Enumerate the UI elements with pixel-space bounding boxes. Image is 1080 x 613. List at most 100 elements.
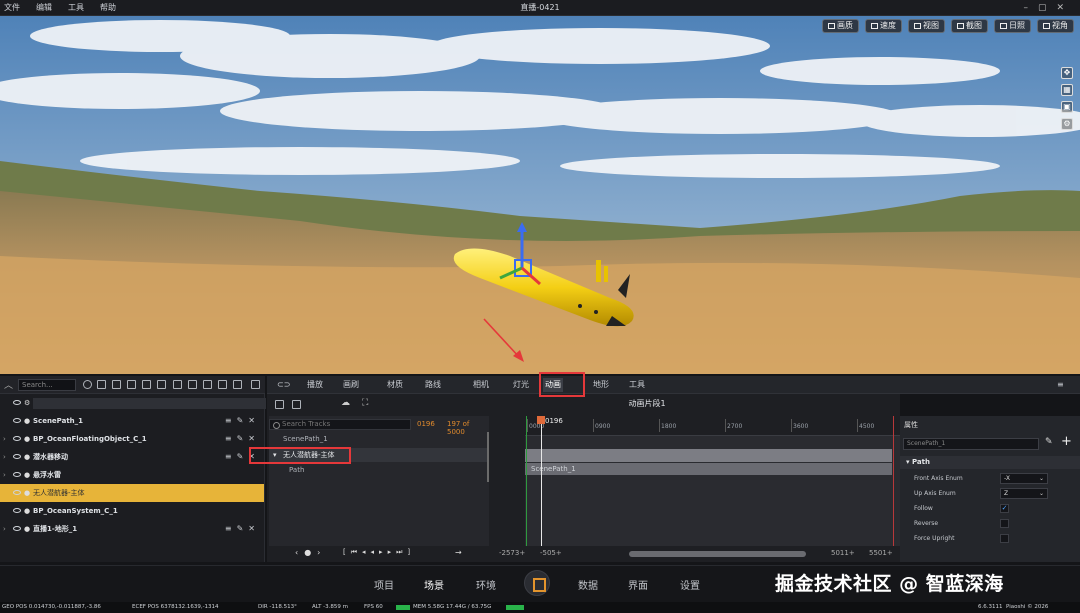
tab-terrain[interactable]: 地形 xyxy=(593,378,609,392)
track-section-path[interactable]: ScenePath_1 xyxy=(525,463,892,475)
tab-brush[interactable]: 画刷 xyxy=(343,378,359,392)
track-row[interactable]: ScenePath_1 xyxy=(269,432,489,446)
app-logo-icon[interactable] xyxy=(524,570,550,596)
window-controls[interactable]: –▢✕ xyxy=(1023,0,1074,16)
film-icon[interactable] xyxy=(142,380,151,389)
follow-checkbox[interactable]: ✓ xyxy=(1000,504,1009,513)
expand-icon[interactable]: › xyxy=(3,430,6,448)
timeline-scrollbar[interactable] xyxy=(629,551,806,557)
eye-icon[interactable] xyxy=(13,436,21,441)
nav-arrows[interactable]: ‹●› xyxy=(295,548,326,557)
speed-button[interactable]: 速度 xyxy=(865,19,902,33)
focus-icon[interactable] xyxy=(112,380,121,389)
view-end[interactable]: 5011+ xyxy=(831,549,855,557)
gear-icon[interactable]: ⚙ xyxy=(24,394,30,412)
up-axis-select[interactable]: Z ⌄ xyxy=(1000,488,1048,499)
outliner-item[interactable]: › ● 悬浮水雷 xyxy=(0,466,264,484)
camera-icon[interactable] xyxy=(127,380,136,389)
view-button[interactable]: 视图 xyxy=(908,19,945,33)
expand-icon[interactable]: › xyxy=(3,448,6,466)
sidebar-icon[interactable] xyxy=(275,400,284,409)
tab-playback[interactable]: 播放 xyxy=(307,378,323,392)
track-splitter[interactable] xyxy=(487,432,489,482)
list-icon[interactable] xyxy=(251,380,260,389)
minimize-icon[interactable]: – xyxy=(1023,3,1038,13)
eye-icon[interactable] xyxy=(13,454,21,459)
row-actions[interactable]: ≡✎✕ xyxy=(225,412,260,430)
menu-icon[interactable]: ≡ xyxy=(1057,378,1064,392)
track-section[interactable] xyxy=(525,449,892,462)
playback-controls[interactable]: [⏮◂◂▸▸⏭] xyxy=(343,548,415,557)
view-start[interactable]: -505+ xyxy=(540,549,562,557)
property-group[interactable]: ▾ Path xyxy=(900,456,1080,469)
nav-scene[interactable]: 场景 xyxy=(424,577,444,592)
menu-file[interactable]: 文件 xyxy=(4,0,20,16)
object-name-field[interactable]: ScenePath_1 xyxy=(903,438,1039,450)
outliner-search-input[interactable]: Search... xyxy=(18,379,76,391)
delete-icon[interactable] xyxy=(233,380,242,389)
menu-edit[interactable]: 编辑 xyxy=(36,0,52,16)
playhead-handle[interactable] xyxy=(537,416,545,424)
image-icon[interactable] xyxy=(203,380,212,389)
close-icon[interactable]: ✕ xyxy=(1056,3,1074,13)
tab-camera[interactable]: 相机 xyxy=(473,378,489,392)
collapse-icon[interactable]: ︿ xyxy=(4,378,13,391)
open-icon[interactable] xyxy=(292,400,301,409)
front-axis-select[interactable]: -X ⌄ xyxy=(1000,473,1048,484)
add-icon[interactable]: + xyxy=(1061,434,1072,449)
copy-icon[interactable] xyxy=(173,380,182,389)
refresh-icon[interactable] xyxy=(83,380,92,389)
eye-icon[interactable] xyxy=(13,400,21,405)
3d-viewport[interactable]: 画质 速度 视图 截图 日照 视角 ✥ ▦ ▣ ⚙ xyxy=(0,16,1080,374)
end-marker[interactable] xyxy=(893,416,894,546)
outliner-item-selected[interactable]: ● 无人潜航器-主体 xyxy=(0,484,264,502)
nodes-icon[interactable]: ⛶ xyxy=(362,398,368,408)
eye-icon[interactable] xyxy=(13,508,21,513)
eye-icon[interactable] xyxy=(13,526,21,531)
menu-tools[interactable]: 工具 xyxy=(68,0,84,16)
box-icon[interactable] xyxy=(188,380,197,389)
sunlight-button[interactable]: 日照 xyxy=(994,19,1031,33)
screenshot-button[interactable]: 截图 xyxy=(951,19,988,33)
expand-icon[interactable]: › xyxy=(3,466,6,484)
maximize-icon[interactable]: ▢ xyxy=(1038,3,1057,13)
tab-toggle-icon[interactable]: ⊂⊃ xyxy=(277,378,290,392)
grid-icon[interactable]: ▦ xyxy=(1061,84,1073,96)
expand-icon[interactable]: › xyxy=(3,520,6,538)
menu-help[interactable]: 帮助 xyxy=(100,0,116,16)
outliner-item[interactable]: ● BP_OceanSystem_C_1 xyxy=(0,502,264,520)
nav-project[interactable]: 项目 xyxy=(374,577,394,592)
eye-icon[interactable] xyxy=(13,418,21,423)
pen-icon[interactable]: ✎ xyxy=(1045,437,1053,447)
tab-light[interactable]: 灯光 xyxy=(513,378,529,392)
track-search-input[interactable]: Search Tracks xyxy=(269,419,411,430)
start-marker[interactable] xyxy=(526,416,527,546)
range-end[interactable]: 5501+ xyxy=(869,549,893,557)
eye-icon[interactable] xyxy=(13,472,21,477)
playhead[interactable] xyxy=(541,416,542,546)
jump-icon[interactable]: → xyxy=(455,548,462,557)
eye-icon[interactable] xyxy=(13,490,21,495)
settings-icon[interactable]: ⚙ xyxy=(1061,118,1073,130)
outliner-item[interactable]: › ● 潜水器移动 ≡✎✕ xyxy=(0,448,264,466)
tab-route[interactable]: 路线 xyxy=(425,378,441,392)
range-start[interactable]: -2573+ xyxy=(499,549,525,557)
cube-icon[interactable] xyxy=(157,380,166,389)
nav-environment[interactable]: 环境 xyxy=(476,577,496,592)
outliner-item[interactable]: › ● 直播1-地形_1 ≡✎✕ xyxy=(0,520,264,538)
frame-icon[interactable]: ▣ xyxy=(1061,101,1073,113)
cloud-icon[interactable]: ☁ xyxy=(341,398,350,408)
row-actions[interactable]: ≡✎✕ xyxy=(225,520,260,538)
row-actions[interactable]: ≡✎✕ xyxy=(225,430,260,448)
timeline[interactable]: 0000 0900 1800 2700 3600 4500 ScenePath_… xyxy=(525,416,900,546)
tree-filter-input[interactable] xyxy=(33,398,266,409)
tab-tools[interactable]: 工具 xyxy=(629,378,645,392)
nav-interface[interactable]: 界面 xyxy=(628,577,648,592)
outliner-item[interactable]: › ● BP_OceanFloatingObject_C_1 ≡✎✕ xyxy=(0,430,264,448)
nav-settings[interactable]: 设置 xyxy=(680,577,700,592)
perspective-button[interactable]: 视角 xyxy=(1037,19,1074,33)
timeline-ruler[interactable]: 0000 0900 1800 2700 3600 4500 xyxy=(525,416,900,436)
export-icon[interactable] xyxy=(218,380,227,389)
reverse-checkbox[interactable] xyxy=(1000,519,1009,528)
current-frame[interactable]: 0196 xyxy=(417,420,435,428)
